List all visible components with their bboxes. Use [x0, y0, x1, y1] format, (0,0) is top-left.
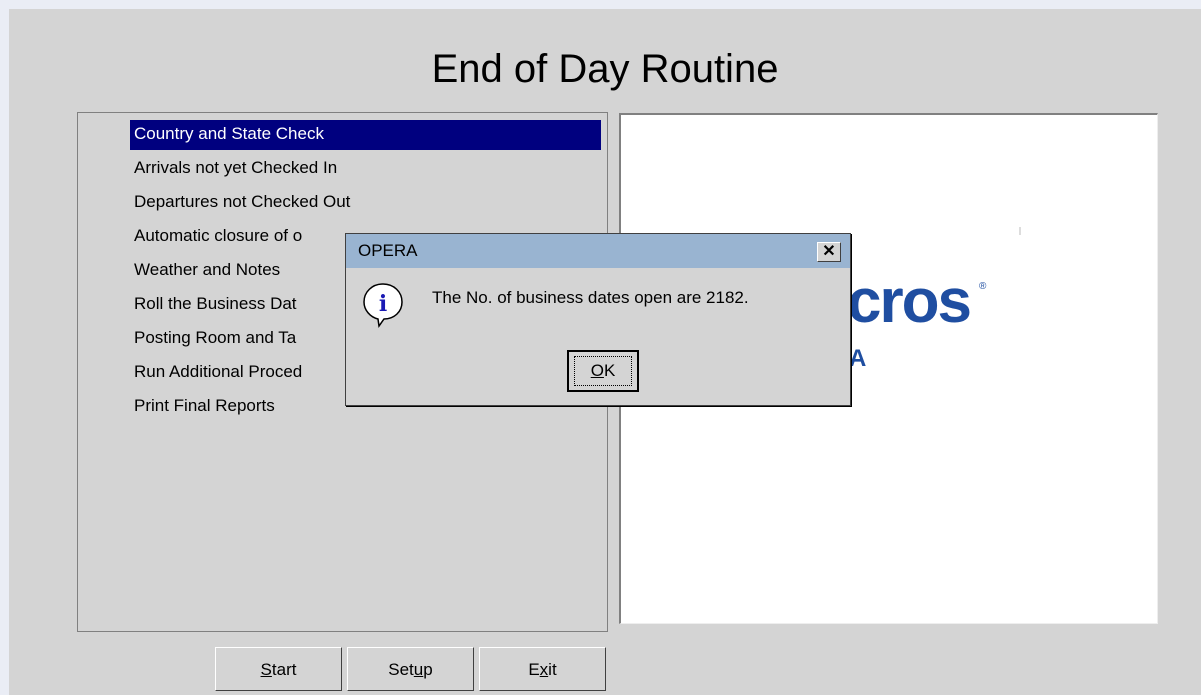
registered-mark: ®	[979, 281, 987, 292]
exit-label-post: it	[548, 660, 557, 679]
page-title: End of Day Routine	[431, 47, 779, 91]
setup-label-post: p	[423, 660, 433, 679]
logo-subtext: A	[849, 345, 867, 372]
start-button[interactable]: Start	[215, 647, 342, 691]
start-mnemonic: S	[260, 660, 272, 679]
micros-logo: cros	[847, 267, 972, 336]
info-icon: i	[363, 283, 403, 328]
setup-label-pre: Set	[388, 660, 414, 679]
exit-mnemonic: x	[539, 660, 549, 679]
setup-button[interactable]: Setup	[347, 647, 474, 691]
end-of-day-window: End of Day Routine Country and State Che…	[9, 9, 1201, 695]
exit-label-pre: E	[528, 660, 540, 679]
ok-button[interactable]: OK	[567, 350, 639, 392]
ok-focus-rect	[574, 356, 632, 386]
list-item-arrivals-not-checked-in[interactable]: Arrivals not yet Checked In	[130, 154, 601, 184]
svg-text:i: i	[379, 291, 387, 317]
dialog-titlebar[interactable]: OPERA ✕	[346, 234, 850, 268]
message-dialog: OPERA ✕ i The No. of business dates open…	[345, 233, 851, 406]
dialog-title: OPERA	[358, 241, 418, 260]
close-icon[interactable]: ✕	[817, 242, 841, 262]
exit-button[interactable]: Exit	[479, 647, 606, 691]
list-item-country-state-check[interactable]: Country and State Check	[130, 120, 601, 150]
start-label-post: tart	[271, 660, 297, 679]
list-item-departures-not-checked-out[interactable]: Departures not Checked Out	[130, 188, 601, 218]
setup-mnemonic: u	[413, 660, 424, 679]
dialog-message: The No. of business dates open are 2182.	[432, 288, 749, 307]
logo-speck	[1019, 227, 1021, 235]
